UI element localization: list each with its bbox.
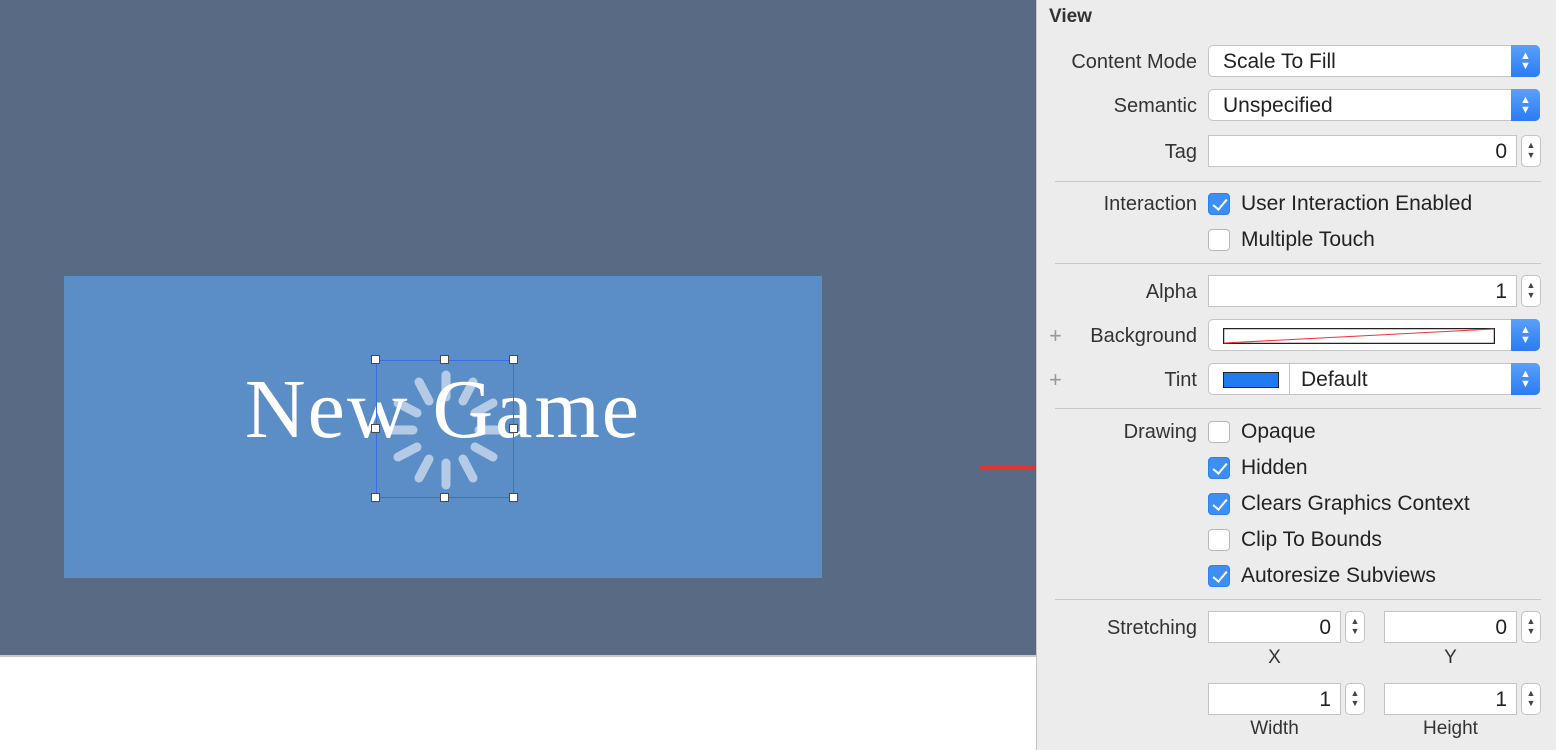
semantic-label: Semantic — [1113, 95, 1197, 117]
stretching-y-value: 0 — [1495, 616, 1507, 639]
resize-handle[interactable] — [509, 355, 518, 364]
canvas-bottom-area — [0, 655, 1036, 750]
attributes-inspector: View Content Mode Scale To Fill ▲ ▼ Seman… — [1036, 0, 1556, 750]
alpha-label: Alpha — [1145, 281, 1197, 303]
drawing-label: Drawing — [1123, 421, 1197, 443]
interaction-label: Interaction — [1103, 193, 1197, 215]
background-label: Background — [1090, 325, 1197, 347]
popup-chevron-icon: ▲ ▼ — [1511, 319, 1540, 351]
user-interaction-enabled-checkbox[interactable] — [1208, 193, 1230, 215]
alpha-value: 1 — [1495, 280, 1507, 303]
popup-divider — [1289, 364, 1290, 394]
hidden-checkbox[interactable] — [1208, 457, 1230, 479]
stretching-x-field[interactable]: 0 — [1208, 611, 1341, 643]
stretching-y-field[interactable]: 0 — [1384, 611, 1517, 643]
stretching-width-value: 1 — [1319, 688, 1331, 711]
user-interaction-enabled-label: User Interaction Enabled — [1241, 192, 1473, 215]
content-mode-label: Content Mode — [1071, 51, 1197, 73]
clip-to-bounds-checkbox[interactable] — [1208, 529, 1230, 551]
background-color-popup[interactable]: ▲ ▼ — [1208, 319, 1540, 351]
divider — [1055, 408, 1541, 409]
resize-handle[interactable] — [509, 493, 518, 502]
clears-graphics-context-checkbox[interactable] — [1208, 493, 1230, 515]
autoresize-subviews-label: Autoresize Subviews — [1241, 564, 1436, 587]
semantic-popup[interactable]: Unspecified ▲ ▼ — [1208, 89, 1540, 121]
content-mode-value: Scale To Fill — [1223, 50, 1336, 73]
stretching-y-stepper[interactable]: ▲ ▼ — [1521, 611, 1541, 643]
stretching-y-caption: Y — [1444, 647, 1457, 668]
section-title-view: View — [1049, 6, 1092, 27]
resize-handle[interactable] — [371, 355, 380, 364]
stretching-x-stepper[interactable]: ▲ ▼ — [1345, 611, 1365, 643]
alpha-stepper[interactable]: ▲ ▼ — [1521, 275, 1541, 307]
semantic-value: Unspecified — [1223, 94, 1333, 117]
popup-chevron-icon: ▲ ▼ — [1511, 363, 1540, 395]
tint-value: Default — [1301, 368, 1368, 391]
storyboard-canvas[interactable]: New Game — [0, 0, 1036, 655]
activity-indicator-selection[interactable] — [376, 360, 514, 498]
resize-handle[interactable] — [440, 493, 449, 502]
content-mode-popup[interactable]: Scale To Fill ▲ ▼ — [1208, 45, 1540, 77]
divider — [1055, 181, 1541, 182]
stretching-width-field[interactable]: 1 — [1208, 683, 1341, 715]
popup-chevron-icon: ▲ ▼ — [1511, 89, 1540, 121]
divider — [1055, 263, 1541, 264]
stretching-x-value: 0 — [1319, 616, 1331, 639]
opaque-checkbox[interactable] — [1208, 421, 1230, 443]
stretching-width-stepper[interactable]: ▲ ▼ — [1345, 683, 1365, 715]
stretching-height-field[interactable]: 1 — [1384, 683, 1517, 715]
opaque-label: Opaque — [1241, 420, 1316, 443]
popup-chevron-icon: ▲ ▼ — [1511, 45, 1540, 77]
clip-to-bounds-label: Clip To Bounds — [1241, 528, 1382, 551]
stretching-x-caption: X — [1268, 647, 1281, 668]
activity-indicator-icon — [386, 370, 506, 490]
tag-label: Tag — [1164, 141, 1197, 163]
stretching-height-stepper[interactable]: ▲ ▼ — [1521, 683, 1541, 715]
multiple-touch-checkbox[interactable] — [1208, 229, 1230, 251]
resize-handle[interactable] — [440, 355, 449, 364]
stretching-height-value: 1 — [1495, 688, 1507, 711]
tag-stepper[interactable]: ▲ ▼ — [1521, 135, 1541, 167]
tint-label: Tint — [1164, 369, 1197, 391]
divider — [1055, 599, 1541, 600]
stretching-label: Stretching — [1106, 617, 1197, 639]
alpha-field[interactable]: 1 — [1208, 275, 1517, 307]
resize-handle[interactable] — [509, 424, 518, 433]
tag-value: 0 — [1495, 140, 1507, 163]
resize-handle[interactable] — [371, 424, 380, 433]
stretching-width-caption: Width — [1250, 718, 1299, 739]
tag-field[interactable]: 0 — [1208, 135, 1517, 167]
hidden-label: Hidden — [1241, 456, 1308, 479]
tint-color-popup[interactable]: Default ▲ ▼ — [1208, 363, 1540, 395]
tint-swatch — [1223, 372, 1279, 388]
stretching-height-caption: Height — [1423, 718, 1478, 739]
clear-color-swatch-icon — [1223, 328, 1495, 344]
multiple-touch-label: Multiple Touch — [1241, 228, 1375, 251]
autoresize-subviews-checkbox[interactable] — [1208, 565, 1230, 587]
resize-handle[interactable] — [371, 493, 380, 502]
clears-graphics-context-label: Clears Graphics Context — [1241, 492, 1470, 515]
